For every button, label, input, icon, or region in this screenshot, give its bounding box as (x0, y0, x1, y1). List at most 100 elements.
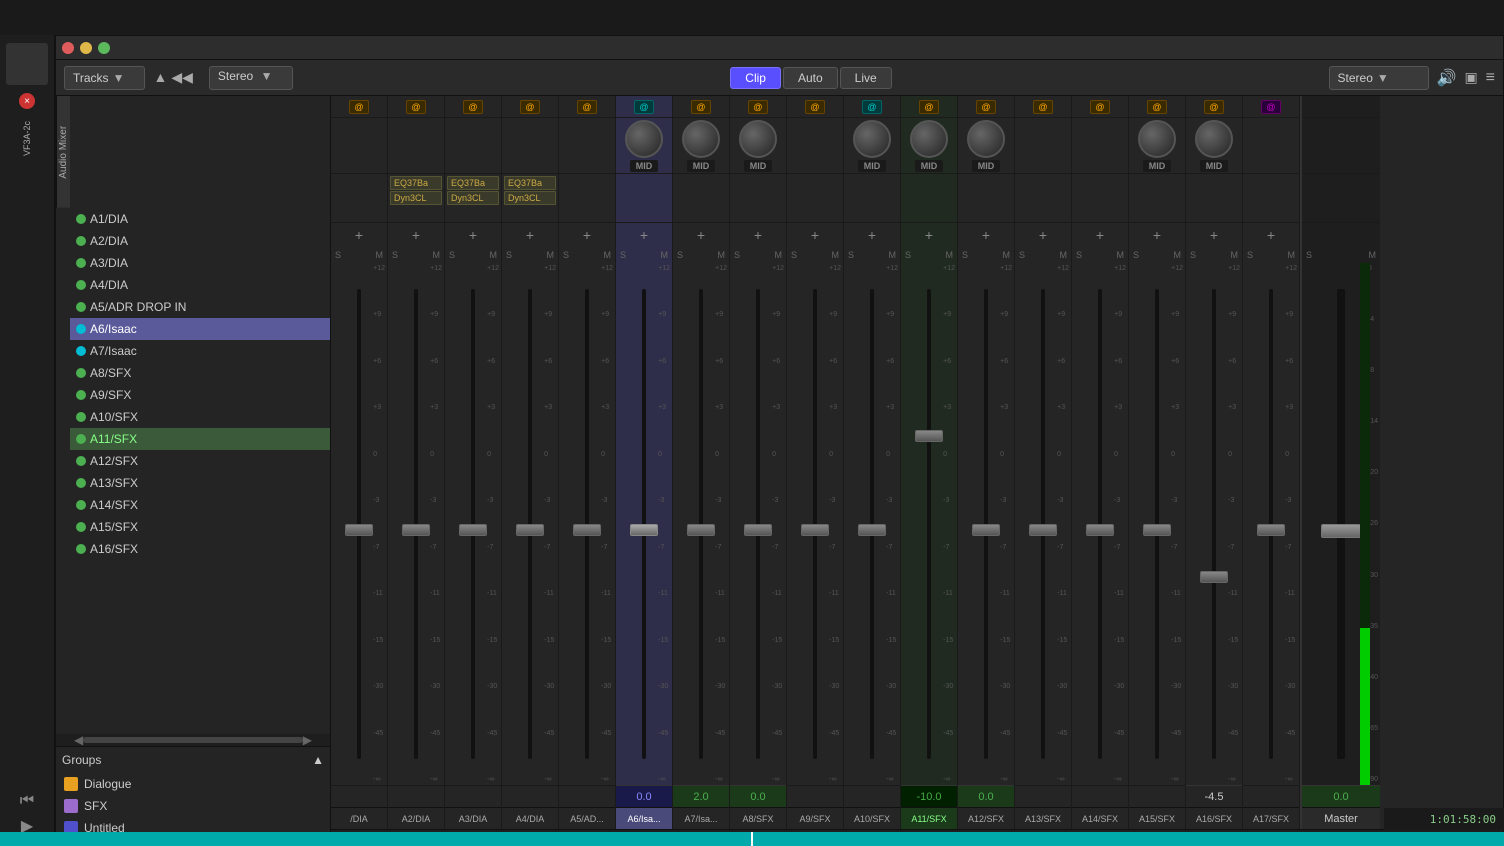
solo-a13[interactable]: S (1019, 250, 1025, 260)
mute-a5[interactable]: M (604, 250, 612, 260)
solo-a3[interactable]: S (449, 250, 455, 260)
channel-routing-a11[interactable]: @ (901, 96, 957, 118)
solo-a12[interactable]: S (962, 250, 968, 260)
add-insert-a17[interactable]: + (1267, 228, 1275, 242)
fader-thumb-a13[interactable] (1029, 524, 1057, 536)
add-insert-a2[interactable]: + (412, 228, 420, 242)
master-label[interactable]: Master (1302, 807, 1380, 829)
close-icon[interactable]: × (19, 93, 35, 109)
solo-a8[interactable]: S (734, 250, 740, 260)
track-item-a4[interactable]: A4/DIA (70, 274, 330, 296)
insert-eq-a3[interactable]: EQ37Ba (447, 176, 499, 190)
add-insert-a14[interactable]: + (1096, 228, 1104, 242)
add-insert-a11[interactable]: + (925, 228, 933, 242)
mute-a7[interactable]: M (718, 250, 726, 260)
channel-label-a11[interactable]: A11/SFX (901, 807, 957, 829)
solo-a11[interactable]: S (905, 250, 911, 260)
mute-a10[interactable]: M (889, 250, 897, 260)
mute-a11[interactable]: M (946, 250, 954, 260)
channel-routing-a10[interactable]: @ (844, 96, 900, 118)
fader-thumb-a4[interactable] (516, 524, 544, 536)
track-item-a2[interactable]: A2/DIA (70, 230, 330, 252)
channel-label-a6[interactable]: A6/Isa... (616, 807, 672, 829)
solo-a6[interactable]: S (620, 250, 626, 260)
solo-a16[interactable]: S (1190, 250, 1196, 260)
add-insert-a9[interactable]: + (811, 228, 819, 242)
track-item-a6[interactable]: A6/Isaac (70, 318, 330, 340)
channel-routing-a6[interactable]: @ (616, 96, 672, 118)
solo-a7[interactable]: S (677, 250, 683, 260)
track-item-a16[interactable]: A16/SFX (70, 538, 330, 560)
channel-label-a3[interactable]: A3/DIA (445, 807, 501, 829)
channel-label-a7[interactable]: A7/Isa... (673, 807, 729, 829)
stereo-input-dropdown[interactable]: Stereo ▼ (209, 66, 294, 90)
mute-a8[interactable]: M (775, 250, 783, 260)
add-insert-a15[interactable]: + (1153, 228, 1161, 242)
knob-a6[interactable] (625, 120, 663, 158)
fader-thumb-a5[interactable] (573, 524, 601, 536)
channel-routing-a14[interactable]: @ (1072, 96, 1128, 118)
fader-thumb-a2[interactable] (402, 524, 430, 536)
channel-routing-a16[interactable]: @ (1186, 96, 1242, 118)
knob-a7[interactable] (682, 120, 720, 158)
minimize-button[interactable] (80, 42, 92, 54)
menu-icon[interactable]: ≡ (1486, 69, 1495, 87)
channel-routing-a8[interactable]: @ (730, 96, 786, 118)
group-sfx[interactable]: SFX (62, 795, 324, 817)
channels-scroll[interactable]: @ + S M +12+9+6+30-3-7- (331, 96, 1503, 829)
channel-routing-a7[interactable]: @ (673, 96, 729, 118)
knob-a12[interactable] (967, 120, 1005, 158)
track-item-a14[interactable]: A14/SFX (70, 494, 330, 516)
mute-a3[interactable]: M (490, 250, 498, 260)
arrow-up[interactable]: ▲ (153, 69, 167, 86)
fader-thumb-a12[interactable] (972, 524, 1000, 536)
clip-mode-button[interactable]: Clip (730, 67, 781, 89)
insert-dyn-a3[interactable]: Dyn3CL (447, 191, 499, 205)
fader-thumb-a9[interactable] (801, 524, 829, 536)
fader-thumb-a6[interactable] (630, 524, 658, 536)
channel-routing-a15[interactable]: @ (1129, 96, 1185, 118)
knob-a15[interactable] (1138, 120, 1176, 158)
mute-a9[interactable]: M (832, 250, 840, 260)
channel-label-a14[interactable]: A14/SFX (1072, 807, 1128, 829)
channel-routing-a1[interactable]: @ (331, 96, 387, 118)
channel-label-a1[interactable]: /DIA (331, 807, 387, 829)
channel-routing-a17[interactable]: @ (1243, 96, 1299, 118)
channel-label-a5[interactable]: A5/AD... (559, 807, 615, 829)
scroll-right[interactable]: ▶ (303, 733, 312, 747)
track-item-a15[interactable]: A15/SFX (70, 516, 330, 538)
knob-a8[interactable] (739, 120, 777, 158)
maximize-button[interactable] (98, 42, 110, 54)
solo-a17[interactable]: S (1247, 250, 1253, 260)
auto-mode-button[interactable]: Auto (783, 67, 838, 89)
channel-label-a8[interactable]: A8/SFX (730, 807, 786, 829)
group-dialogue[interactable]: Dialogue (62, 773, 324, 795)
mute-a13[interactable]: M (1060, 250, 1068, 260)
solo-a2[interactable]: S (392, 250, 398, 260)
channel-routing-a9[interactable]: @ (787, 96, 843, 118)
insert-eq-a2[interactable]: EQ37Ba (390, 176, 442, 190)
solo-a5[interactable]: S (563, 250, 569, 260)
track-item-a13[interactable]: A13/SFX (70, 472, 330, 494)
fader-thumb-a7[interactable] (687, 524, 715, 536)
channel-routing-a2[interactable]: @ (388, 96, 444, 118)
add-insert-a13[interactable]: + (1039, 228, 1047, 242)
solo-a10[interactable]: S (848, 250, 854, 260)
track-item-a1[interactable]: A1/DIA (70, 208, 330, 230)
channel-routing-a13[interactable]: @ (1015, 96, 1071, 118)
mute-a6[interactable]: M (661, 250, 669, 260)
track-item-a12[interactable]: A12/SFX (70, 450, 330, 472)
insert-eq-a4[interactable]: EQ37Ba (504, 176, 556, 190)
mute-a14[interactable]: M (1117, 250, 1125, 260)
knob-a16[interactable] (1195, 120, 1233, 158)
add-insert-a10[interactable]: + (868, 228, 876, 242)
tracks-scrollbar-h[interactable]: ◀ ▶ (56, 734, 330, 746)
solo-a1[interactable]: S (335, 250, 341, 260)
insert-dyn-a4[interactable]: Dyn3CL (504, 191, 556, 205)
track-item-a8[interactable]: A8/SFX (70, 362, 330, 384)
channel-label-a9[interactable]: A9/SFX (787, 807, 843, 829)
mute-a16[interactable]: M (1231, 250, 1239, 260)
track-item-a9[interactable]: A9/SFX (70, 384, 330, 406)
fader-thumb-a3[interactable] (459, 524, 487, 536)
channel-label-a12[interactable]: A12/SFX (958, 807, 1014, 829)
